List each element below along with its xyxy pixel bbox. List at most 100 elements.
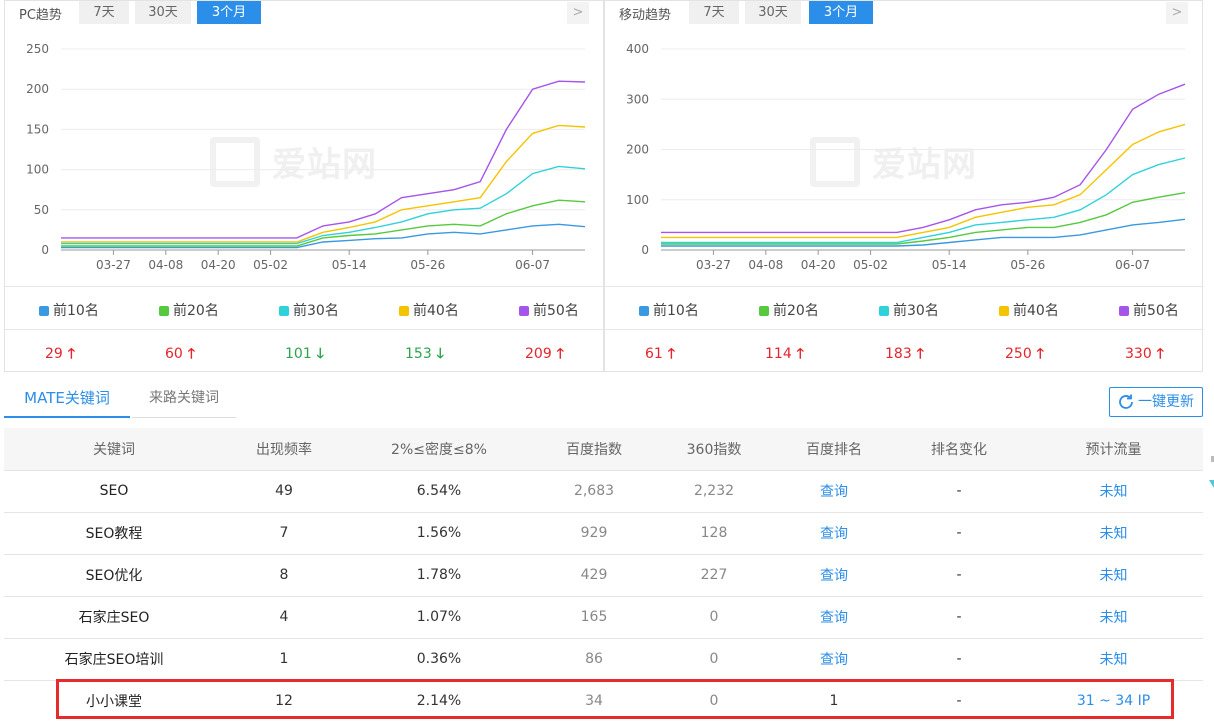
table-header-cell-3: 2%≤密度≤8% (344, 428, 534, 471)
table-row: SEO教程 7 1.56% 929 128 查询 - 未知 (4, 512, 1203, 555)
mobile-tab-3m[interactable]: 3个月 (809, 1, 873, 24)
table-cell: 1.78% (344, 554, 534, 597)
pc-ytick-label: 200 (26, 82, 49, 96)
table-header-cell-1: 关键词 (4, 428, 224, 471)
mobile-legend-item-5[interactable]: 前50名 (1119, 300, 1179, 320)
mobile-legend-item-2[interactable]: 前20名 (759, 300, 819, 320)
arrow-up-icon: 🡑 (662, 346, 675, 362)
arrow-up-icon: 🡑 (182, 346, 195, 362)
table-cell: 34 (585, 693, 603, 710)
pc-summary-value-5: 209 🡑 (525, 343, 564, 367)
tab-referral-keywords[interactable]: 来路关键词 (132, 378, 236, 418)
keyword-cell: SEO (4, 470, 224, 513)
pc-series-line-2 (61, 199, 586, 247)
pc-tab-7d[interactable]: 7天 (79, 1, 129, 24)
pc-summary-value-2: 60 🡑 (165, 343, 195, 367)
mobile-xtick-label: 04-20 (801, 258, 836, 272)
pc-xtick-label: 05-02 (253, 258, 288, 272)
query-rank-link[interactable]: 查询 (774, 596, 894, 639)
mobile-ytick-label: 200 (626, 143, 649, 157)
pc-summary-value-4: 153 🡓 (405, 343, 444, 367)
table-cell: 12 (275, 693, 293, 710)
keyword-cell: 小小课堂 (86, 694, 142, 711)
summary-number: 61 (645, 346, 663, 362)
pc-next-button[interactable]: > (567, 2, 589, 24)
summary-number: 250 (1005, 346, 1032, 362)
table-cell: 0 (709, 693, 719, 710)
traffic-unknown-link[interactable]: 未知 (1024, 470, 1203, 513)
pc-ytick-label: 250 (26, 42, 49, 56)
pc-ytick-label: 0 (41, 243, 49, 257)
table-cell: - (894, 638, 1024, 681)
table-cell: 227 (654, 554, 774, 597)
arrow-down-icon: 🡓 (431, 346, 444, 362)
table-cell: 0 (654, 638, 774, 681)
mobile-summary-value-3: 183 🡑 (885, 343, 924, 367)
table-cell: 2,232 (654, 470, 774, 513)
mobile-xtick-label: 05-02 (853, 258, 888, 272)
arrow-down-icon: 🡓 (311, 346, 324, 362)
arrow-up-icon: 🡑 (911, 346, 924, 362)
pc-legend-item-4[interactable]: 前40名 (399, 300, 459, 320)
table-cell: 7 (224, 512, 344, 555)
summary-number: 114 (765, 346, 792, 362)
arrow-up-icon: 🡑 (62, 346, 75, 362)
pc-summary-value-3: 101 🡓 (285, 343, 324, 367)
table-cell: 0 (654, 596, 774, 639)
pc-ytick-label: 100 (26, 163, 49, 177)
summary-number: 29 (45, 346, 63, 362)
mobile-xtick-label: 04-08 (748, 258, 783, 272)
table-cell: 1.56% (344, 512, 534, 555)
mobile-trend-panel: 移动趋势 7天 30天 3个月 > 爱站网 0 100 200 300 400 03-27… (604, 0, 1203, 372)
table-cell: 6.54% (344, 470, 534, 513)
mobile-tab-30d[interactable]: 30天 (745, 1, 801, 24)
traffic-unknown-link[interactable]: 未知 (1024, 638, 1203, 681)
summary-number: 183 (885, 346, 912, 362)
query-rank-link[interactable]: 查询 (774, 470, 894, 513)
table-row: SEO 49 6.54% 2,683 2,232 查询 - 未知 (4, 470, 1203, 513)
traffic-unknown-link[interactable]: 未知 (1024, 554, 1203, 597)
tab-mate-keywords[interactable]: MATE关键词 (4, 378, 130, 418)
update-all-button[interactable]: 一键更新 (1109, 387, 1203, 417)
mobile-ytick-label: 100 (626, 193, 649, 207)
arrow-up-icon: 🡑 (791, 346, 804, 362)
pc-summary-value-1: 29 🡑 (45, 343, 75, 367)
table-cell: - (894, 596, 1024, 639)
mobile-tab-7d[interactable]: 7天 (689, 1, 739, 24)
traffic-unknown-link[interactable]: 未知 (1024, 512, 1203, 555)
summary-number: 209 (525, 346, 552, 362)
query-rank-link[interactable]: 查询 (774, 554, 894, 597)
summary-number: 60 (165, 346, 183, 362)
table-header-cell-6: 百度排名 (774, 428, 894, 471)
mobile-legend-item-4[interactable]: 前40名 (999, 300, 1059, 320)
edge-mark-cyan (1209, 480, 1214, 488)
table-header-cell-5: 360指数 (654, 428, 774, 471)
pc-legend-item-3[interactable]: 前30名 (279, 300, 339, 320)
pc-legend-item-5[interactable]: 前50名 (519, 300, 579, 320)
pc-trend-chart: 0 50 100 150 200 250 03-27 04-08 04-20 05-02 05-14… (26, 42, 586, 272)
pc-xtick-label: 05-26 (410, 258, 445, 272)
mobile-legend-item-3[interactable]: 前30名 (879, 300, 939, 320)
arrow-up-icon: 🡑 (1151, 346, 1164, 362)
pc-tab-3m[interactable]: 3个月 (197, 1, 261, 24)
mobile-ytick-label: 0 (641, 243, 649, 257)
pc-series-line-4 (61, 124, 586, 243)
pc-legend-item-2[interactable]: 前20名 (159, 300, 219, 320)
pc-legend-item-1[interactable]: 前10名 (39, 300, 99, 320)
query-rank-link[interactable]: 查询 (774, 638, 894, 681)
summary-number: 330 (1125, 346, 1152, 362)
keyword-cell: SEO优化 (4, 554, 224, 597)
mobile-next-button[interactable]: > (1166, 2, 1188, 24)
refresh-icon (1119, 394, 1133, 409)
table-cell: - (894, 554, 1024, 597)
traffic-estimate-link[interactable]: 31 ~ 34 IP (1024, 680, 1203, 722)
query-rank-link[interactable]: 查询 (774, 512, 894, 555)
pc-xtick-label: 05-14 (332, 258, 367, 272)
mobile-series-line-2 (661, 192, 1186, 245)
table-cell: 0.36% (344, 638, 534, 681)
mobile-legend-item-1[interactable]: 前10名 (639, 300, 699, 320)
pc-tab-30d[interactable]: 30天 (135, 1, 191, 24)
mobile-ytick-label: 400 (626, 42, 649, 56)
mobile-xtick-label: 05-26 (1010, 258, 1045, 272)
traffic-unknown-link[interactable]: 未知 (1024, 596, 1203, 639)
